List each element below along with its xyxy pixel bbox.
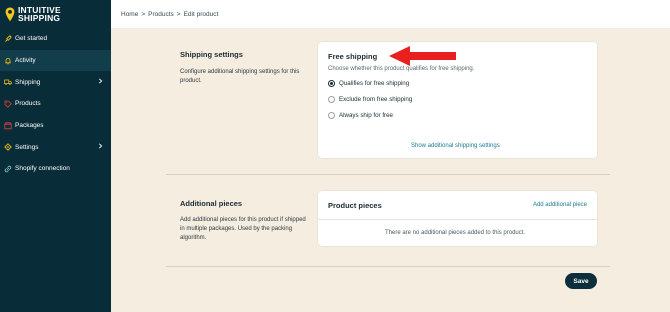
product-pieces-card: Product pieces Add additional piece Ther… bbox=[318, 191, 597, 246]
sidebar-item-get-started[interactable]: Get started bbox=[0, 28, 111, 50]
sidebar-item-label: Get started bbox=[15, 35, 48, 43]
breadcrumb-separator: > bbox=[141, 10, 146, 18]
breadcrumb: Home > Products > Edit product bbox=[111, 0, 670, 28]
product-pieces-title: Product pieces bbox=[328, 201, 382, 210]
sidebar-item-label: Packages bbox=[15, 122, 44, 130]
gear-icon bbox=[4, 143, 12, 151]
logo[interactable]: INTUITIVE SHIPPING bbox=[0, 0, 111, 28]
rocket-icon bbox=[4, 35, 12, 43]
truck-icon bbox=[4, 78, 12, 86]
shipping-settings-title: Shipping settings bbox=[180, 50, 243, 59]
breadcrumb-current: Edit product bbox=[183, 10, 219, 18]
sidebar-item-label: Products bbox=[15, 100, 41, 108]
radio-qualifies-free-shipping[interactable]: Qualifies for free shipping bbox=[328, 80, 409, 87]
box-icon bbox=[4, 121, 12, 130]
logo-line-2: SHIPPING bbox=[18, 13, 61, 23]
radio-label: Always ship for free bbox=[339, 112, 393, 119]
free-shipping-title: Free shipping bbox=[328, 52, 378, 61]
breadcrumb-products[interactable]: Products bbox=[148, 11, 174, 18]
sidebar-item-shipping[interactable]: Shipping bbox=[0, 71, 111, 93]
annotation-arrow-icon bbox=[388, 45, 458, 69]
additional-pieces-title: Additional pieces bbox=[180, 199, 243, 208]
radio-button-checked[interactable] bbox=[328, 80, 335, 87]
sidebar-item-packages[interactable]: Packages bbox=[0, 115, 111, 137]
sidebar-item-shopify-connection[interactable]: Shopify connection bbox=[0, 158, 111, 180]
radio-button[interactable] bbox=[328, 112, 335, 119]
tag-icon bbox=[4, 100, 12, 108]
add-additional-piece-link[interactable]: Add additional piece bbox=[533, 202, 587, 208]
radio-label: Qualifies for free shipping bbox=[339, 80, 410, 87]
sidebar-item-label: Shipping bbox=[15, 78, 41, 86]
card-divider bbox=[318, 219, 597, 220]
save-button[interactable]: Save bbox=[565, 273, 597, 289]
section-divider bbox=[166, 174, 610, 175]
radio-always-ship-free[interactable]: Always ship for free bbox=[328, 112, 393, 119]
section-divider bbox=[166, 266, 610, 267]
radio-exclude-free-shipping[interactable]: Exclude from free shipping bbox=[328, 96, 412, 103]
product-pieces-empty-text: There are no additional pieces added to … bbox=[385, 230, 526, 236]
sidebar-item-label: Activity bbox=[15, 57, 36, 65]
sidebar: INTUITIVE SHIPPING Get started Activity … bbox=[0, 0, 111, 312]
sidebar-item-label: Settings bbox=[15, 143, 39, 151]
link-icon bbox=[4, 165, 12, 173]
radio-label: Exclude from free shipping bbox=[339, 96, 413, 103]
show-additional-shipping-settings-link[interactable]: Show additional shipping settings bbox=[411, 143, 500, 149]
sidebar-item-products[interactable]: Products bbox=[0, 93, 111, 115]
radio-button[interactable] bbox=[328, 96, 335, 103]
location-pin-icon bbox=[5, 7, 15, 22]
logo-text: INTUITIVE SHIPPING bbox=[18, 6, 61, 23]
chevron-right-icon bbox=[98, 143, 103, 151]
additional-pieces-description: Add additional pieces for this product i… bbox=[180, 217, 306, 241]
chevron-right-icon bbox=[98, 78, 103, 86]
shipping-settings-description: Configure additional shipping settings f… bbox=[180, 69, 300, 84]
sidebar-item-settings[interactable]: Settings bbox=[0, 136, 111, 158]
breadcrumb-separator: > bbox=[176, 10, 181, 18]
bell-icon bbox=[4, 57, 12, 65]
sidebar-item-activity[interactable]: Activity bbox=[0, 49, 111, 72]
sidebar-item-label: Shopify connection bbox=[15, 165, 70, 173]
breadcrumb-home[interactable]: Home bbox=[121, 11, 138, 18]
